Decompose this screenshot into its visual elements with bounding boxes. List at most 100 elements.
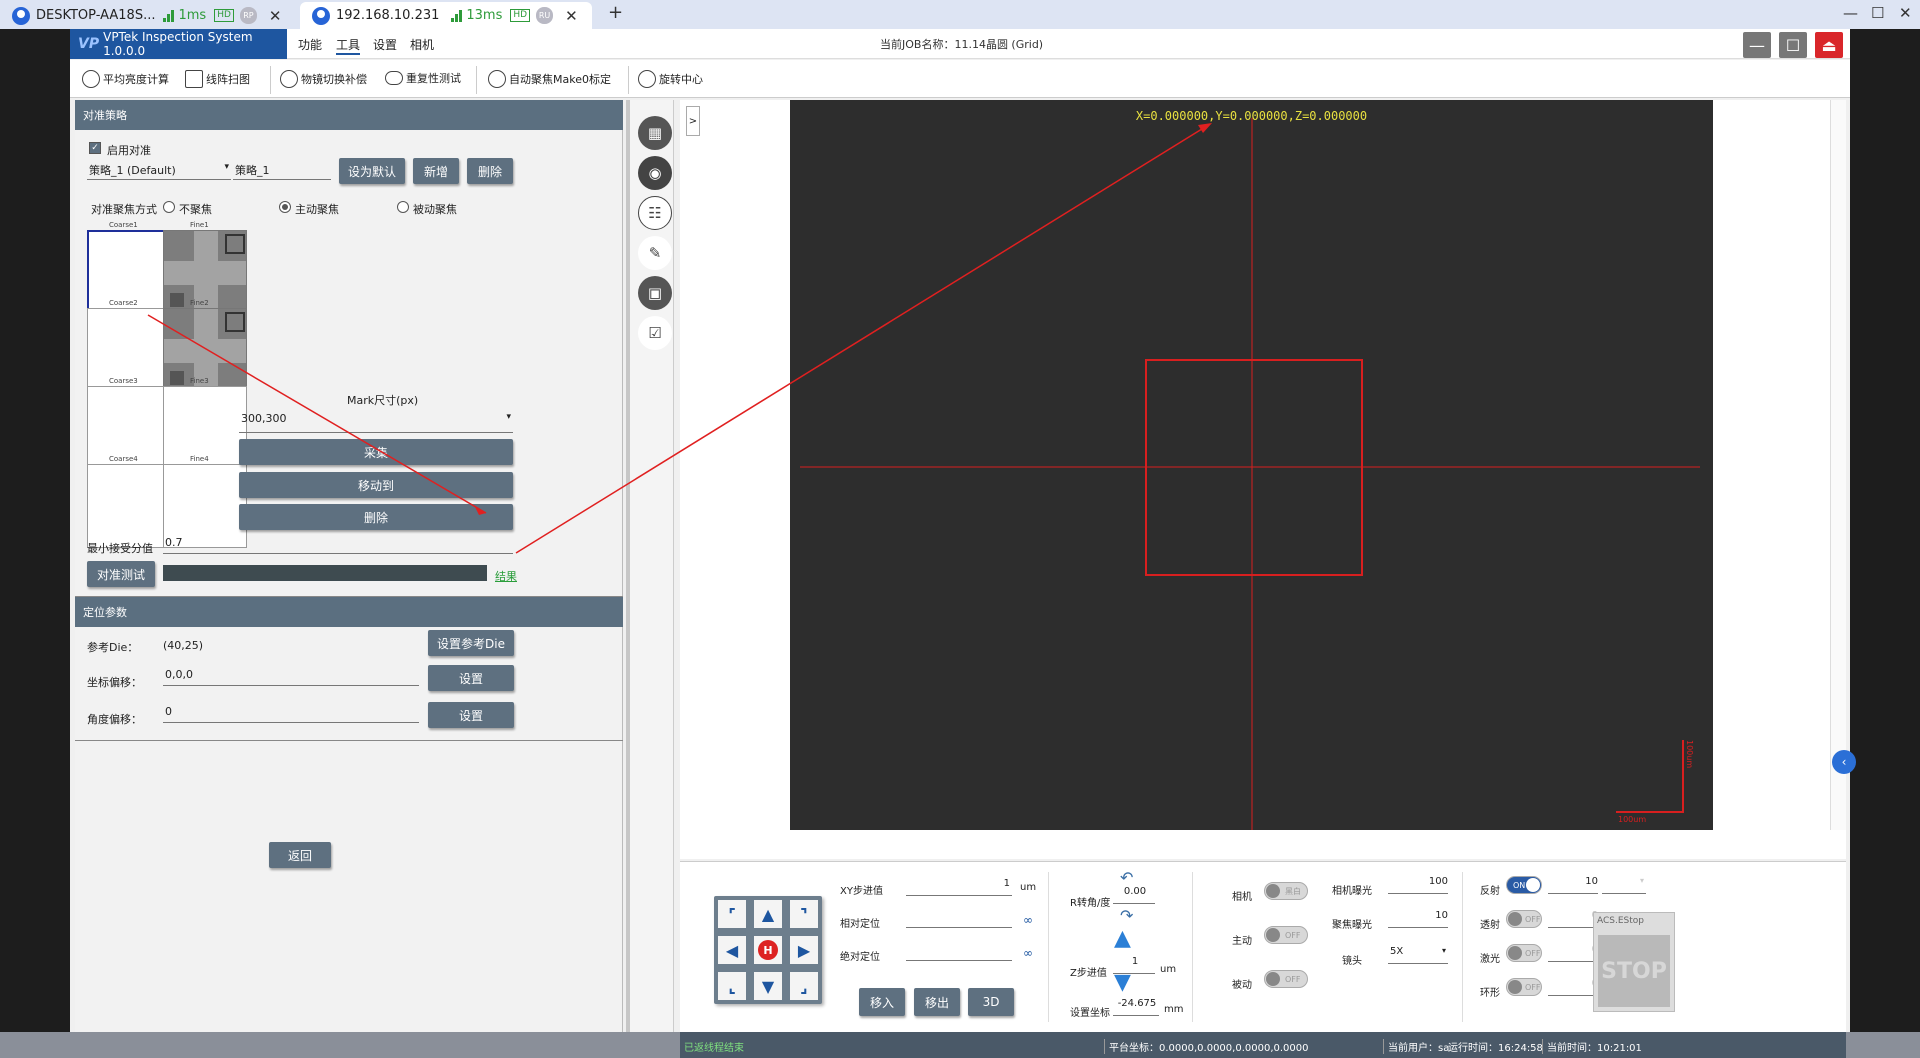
z-step-label: Z步进值: [1070, 968, 1107, 979]
vertical-scrollbar[interactable]: [1830, 100, 1846, 830]
app-minimize-button[interactable]: —: [1743, 32, 1771, 58]
trans-input[interactable]: 0: [1548, 910, 1598, 928]
tab-remote-desktop-2[interactable]: 192.168.10.231 13ms HD RU ✕: [300, 2, 592, 29]
collapse-right-icon[interactable]: ‹: [1832, 750, 1856, 774]
list-target-icon[interactable]: ☷: [638, 196, 672, 230]
ring-toggle[interactable]: OFF: [1506, 978, 1542, 996]
expand-panel-button[interactable]: >: [686, 106, 700, 136]
abs-pos-input[interactable]: [906, 943, 1012, 961]
image-view[interactable]: > X=0.000000,Y=0.000000,Z=0.000000 100um…: [680, 100, 1856, 859]
jog-up-right-icon[interactable]: ⌝: [790, 900, 818, 928]
camera-toggle[interactable]: 黑白: [1264, 882, 1308, 900]
set-offset-button[interactable]: 设置: [428, 665, 514, 691]
menu-settings[interactable]: 设置: [373, 36, 397, 53]
tool-line-scan[interactable]: 线阵扫图: [185, 70, 250, 88]
focus-exposure-input[interactable]: 10: [1388, 910, 1448, 928]
passive-focus-toggle[interactable]: OFF: [1264, 970, 1308, 988]
tab-close-icon[interactable]: ✕: [269, 7, 282, 25]
r-angle-input[interactable]: 0.00: [1113, 886, 1155, 904]
tab-close-icon[interactable]: ✕: [565, 7, 578, 25]
reflect-toggle[interactable]: ON: [1506, 876, 1542, 894]
delete-mark-button[interactable]: 删除: [239, 504, 513, 530]
jog-down-right-icon[interactable]: ⌟: [790, 972, 818, 1000]
delete-strategy-button[interactable]: 删除: [467, 158, 513, 184]
jog-up-icon[interactable]: ▲: [754, 900, 782, 928]
tool-rotation-center[interactable]: 旋转中心: [638, 70, 703, 88]
strategy-select[interactable]: 策略_1 (Default) ▾: [87, 162, 231, 180]
radio-no-focus[interactable]: [163, 201, 175, 213]
rel-pos-input[interactable]: [906, 910, 1012, 928]
current-user: 当前用户：sa: [1383, 1039, 1449, 1054]
tool-repeat-test[interactable]: 重复性测试: [385, 70, 461, 86]
tab-remote-desktop-1[interactable]: DESKTOP-AA18S... 1ms HD RP ✕: [0, 2, 288, 29]
coord-offset-input[interactable]: 0,0,0: [163, 668, 419, 686]
new-strategy-button[interactable]: 新增: [413, 158, 459, 184]
camera-image[interactable]: X=0.000000,Y=0.000000,Z=0.000000 100um 1…: [790, 100, 1713, 830]
bulb-icon: [82, 70, 100, 88]
radio-active-focus[interactable]: [279, 201, 291, 213]
z-down-icon[interactable]: ▼: [1114, 970, 1131, 995]
ruler-tools-icon[interactable]: ✎: [638, 236, 672, 270]
radio-passive-focus[interactable]: [397, 201, 409, 213]
mark-size-select[interactable]: 300,300 ▾: [239, 412, 513, 433]
reflect-input[interactable]: 10: [1548, 876, 1598, 894]
move-to-button[interactable]: 移动到: [239, 472, 513, 498]
estop-button[interactable]: STOP: [1598, 935, 1670, 1007]
image-gallery-icon[interactable]: ▣: [638, 276, 672, 310]
radio-no-focus-label: 不聚焦: [179, 203, 212, 216]
set-default-button[interactable]: 设为默认: [339, 158, 405, 184]
result-link[interactable]: 结果: [495, 568, 517, 584]
menu-tools[interactable]: 工具: [336, 36, 361, 55]
reflect-select[interactable]: ▾: [1602, 876, 1646, 894]
enable-align-checkbox[interactable]: ✓: [89, 142, 101, 154]
menu-function[interactable]: 功能: [298, 36, 322, 53]
tool-autofocus-calib[interactable]: 自动聚焦Make0标定: [488, 70, 611, 88]
tool-lens-comp[interactable]: 物镜切换补偿: [280, 70, 367, 88]
home-button[interactable]: H: [754, 936, 782, 964]
set-ref-die-button[interactable]: 设置参考Die: [428, 630, 514, 656]
move-out-button[interactable]: 移出: [914, 988, 960, 1016]
min-score-input[interactable]: 0.7: [163, 536, 513, 554]
align-test-button[interactable]: 对准测试: [87, 561, 155, 587]
jog-right-icon[interactable]: ▶: [790, 936, 818, 964]
app-maximize-button[interactable]: ☐: [1779, 32, 1807, 58]
jog-left-icon[interactable]: ◀: [718, 936, 746, 964]
active-focus-toggle[interactable]: OFF: [1264, 926, 1308, 944]
strategy-name-input[interactable]: 策略_1: [233, 162, 331, 180]
thumb-coarse4[interactable]: [87, 464, 171, 548]
z-up-icon[interactable]: ▲: [1114, 926, 1131, 951]
set-angle-button[interactable]: 设置: [428, 702, 514, 728]
lens-select[interactable]: 5X ▾: [1388, 946, 1448, 964]
tool-avg-brightness[interactable]: 平均亮度计算: [82, 70, 169, 88]
rotate-ccw-icon[interactable]: ↶: [1120, 868, 1133, 887]
capture-button[interactable]: 采集: [239, 439, 513, 465]
jog-down-left-icon[interactable]: ⌞: [718, 972, 746, 1000]
close-window-button[interactable]: ✕: [1899, 4, 1912, 22]
camera-icon[interactable]: ◉: [638, 156, 672, 190]
link-icon[interactable]: ∞: [1023, 913, 1033, 927]
minimize-button[interactable]: —: [1843, 4, 1858, 22]
jog-down-icon[interactable]: ▼: [754, 972, 782, 1000]
move-in-button[interactable]: 移入: [859, 988, 905, 1016]
checklist-icon[interactable]: ☑: [638, 316, 672, 350]
cam-exposure-input[interactable]: 100: [1388, 876, 1448, 894]
ring-input[interactable]: 0: [1548, 978, 1598, 996]
tool-label: 物镜切换补偿: [301, 73, 367, 86]
menu-camera[interactable]: 相机: [410, 36, 434, 53]
set-coord-input[interactable]: -24.675: [1113, 998, 1159, 1016]
app-exit-button[interactable]: ⏏: [1815, 32, 1843, 58]
maximize-button[interactable]: ☐: [1871, 4, 1884, 22]
back-button[interactable]: 返回: [269, 842, 331, 868]
angle-offset-input[interactable]: 0: [163, 705, 419, 723]
new-tab-button[interactable]: +: [608, 2, 623, 23]
laser-input[interactable]: 0: [1548, 944, 1598, 962]
xy-step-input[interactable]: 1: [906, 878, 1012, 896]
3d-button[interactable]: 3D: [968, 988, 1014, 1016]
rotate-cw-icon[interactable]: ↷: [1120, 906, 1133, 925]
jog-up-left-icon[interactable]: ⌜: [718, 900, 746, 928]
trans-toggle[interactable]: OFF: [1506, 910, 1542, 928]
scale-bar-vertical-label: 100um: [1685, 740, 1694, 769]
laser-toggle[interactable]: OFF: [1506, 944, 1542, 962]
grid-globe-icon[interactable]: ▦: [638, 116, 672, 150]
link-icon[interactable]: ∞: [1023, 946, 1033, 960]
